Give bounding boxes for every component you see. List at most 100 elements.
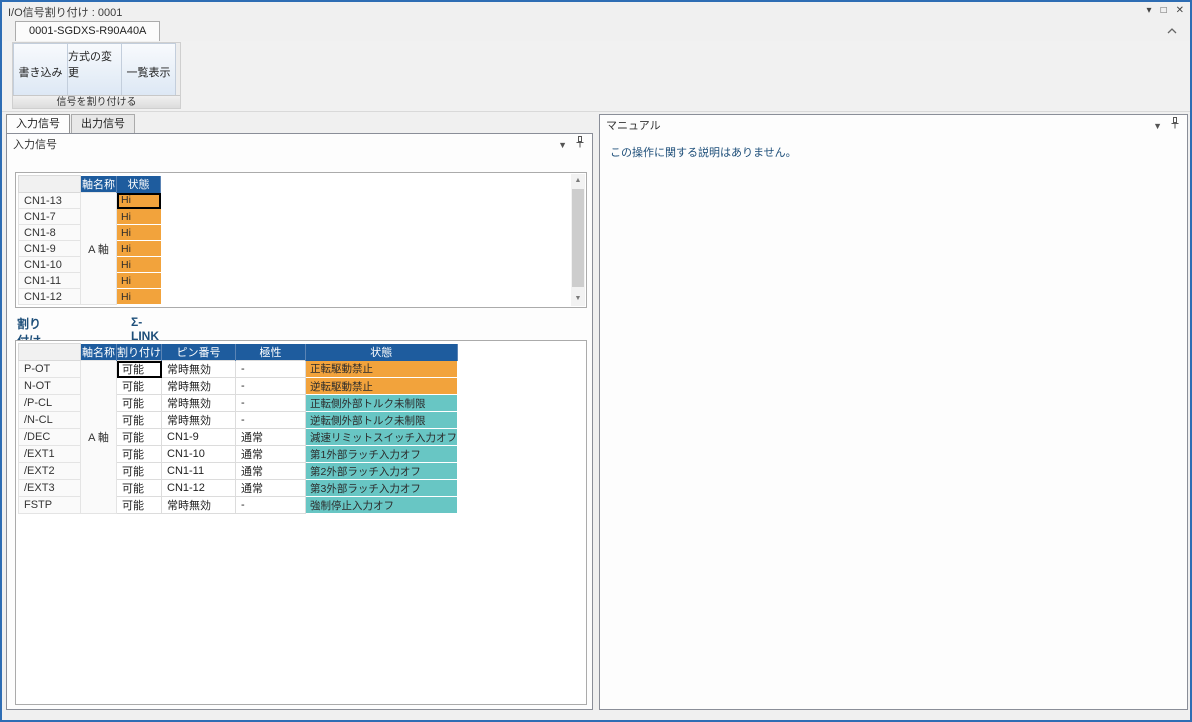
- signal-tabs: 入力信号 出力信号: [6, 114, 135, 133]
- assign-cell[interactable]: 可能: [116, 462, 162, 480]
- status-row-header[interactable]: CN1-9: [18, 240, 81, 257]
- ribbon-tab-device[interactable]: 0001-SGDXS-R90A40A: [15, 21, 161, 41]
- tab-input-signals[interactable]: 入力信号: [6, 114, 70, 133]
- scroll-down-icon[interactable]: ▼: [571, 292, 585, 306]
- assign-table: 軸名称 割り付け ピン番号 極性 状態 P-OT A 軸可能 常時無効 - 正転駆動禁止…: [18, 343, 458, 514]
- assign-cell[interactable]: 可能: [116, 394, 162, 412]
- polarity-cell[interactable]: 通常: [235, 462, 306, 480]
- pin-number-cell[interactable]: 常時無効: [161, 394, 236, 412]
- ribbon-collapse-icon[interactable]: [1166, 24, 1180, 37]
- assign-table-container: 軸名称 割り付け ピン番号 極性 状態 P-OT A 軸可能 常時無効 - 正転駆動禁止…: [15, 340, 587, 705]
- manual-panel-title: マニュアル: [606, 120, 661, 132]
- pin-number-cell[interactable]: 常時無効: [161, 411, 236, 429]
- status-row-header[interactable]: CN1-12: [18, 288, 81, 305]
- assign-cell[interactable]: 可能: [116, 496, 162, 514]
- pin-number-cell[interactable]: 常時無効: [161, 360, 236, 378]
- status-cell[interactable]: Hi: [116, 208, 161, 225]
- ribbon: 書き込み 方式の変更 一覧表示 信号を割り付ける: [2, 41, 1190, 112]
- status-row-header[interactable]: CN1-13: [18, 192, 81, 209]
- assign-cell[interactable]: 可能: [116, 411, 162, 429]
- status-table-body: CN1-13 A 軸 Hi CN1-7 Hi CN1-8 Hi CN1-9 Hi CN1-10 Hi…: [18, 192, 161, 305]
- ribbon-buttons: 書き込み 方式の変更 一覧表示: [13, 43, 180, 96]
- signal-row-header[interactable]: /EXT1: [18, 445, 81, 463]
- signal-status-cell[interactable]: 第1外部ラッチ入力オフ: [305, 445, 457, 463]
- signal-status-cell[interactable]: 正転側外部トルク未制限: [305, 394, 457, 412]
- panel-pin-icon[interactable]: [576, 134, 584, 156]
- assign-table-body: P-OT A 軸可能 常時無効 - 正転駆動禁止 N-OT 可能 常時無効 - 逆転駆動禁止/P-…: [18, 360, 457, 514]
- polarity-cell[interactable]: -: [235, 377, 306, 395]
- status-row-header[interactable]: CN1-11: [18, 272, 81, 289]
- assign-cell[interactable]: 可能: [116, 428, 162, 446]
- window-controls: ▾ □ ✕: [1147, 3, 1184, 18]
- polarity-cell[interactable]: -: [235, 496, 306, 514]
- signal-row-header[interactable]: FSTP: [18, 496, 81, 514]
- input-signals-panel-header: 入力信号 ▼: [7, 134, 592, 156]
- window-title: I/O信号割り付け : 0001: [8, 7, 123, 19]
- polarity-cell[interactable]: -: [235, 394, 306, 412]
- axis-cell[interactable]: A 軸: [80, 360, 117, 514]
- pin-number-cell[interactable]: 常時無効: [161, 377, 236, 395]
- assign-table-pin-header: ピン番号: [161, 343, 236, 361]
- status-cell[interactable]: Hi: [116, 240, 161, 257]
- polarity-cell[interactable]: 通常: [235, 445, 306, 463]
- assign-cell[interactable]: 可能: [116, 360, 162, 378]
- status-table-axis-header: 軸名称: [80, 175, 117, 193]
- signal-status-cell[interactable]: 第2外部ラッチ入力オフ: [305, 462, 457, 480]
- signal-status-cell[interactable]: 減速リミットスイッチ入力オフ: [305, 428, 457, 446]
- status-cell[interactable]: Hi: [116, 272, 161, 289]
- signal-row-header[interactable]: /N-CL: [18, 411, 81, 429]
- signal-row-header[interactable]: /EXT3: [18, 479, 81, 497]
- write-button[interactable]: 書き込み: [13, 43, 68, 96]
- scrollbar-thumb[interactable]: [572, 189, 584, 287]
- pin-number-cell[interactable]: CN1-11: [161, 462, 236, 480]
- signal-status-cell[interactable]: 逆転側外部トルク未制限: [305, 411, 457, 429]
- status-table-scrollbar[interactable]: ▲ ▼: [571, 174, 585, 306]
- polarity-cell[interactable]: -: [235, 411, 306, 429]
- pin-number-cell[interactable]: 常時無効: [161, 496, 236, 514]
- polarity-cell[interactable]: 通常: [235, 428, 306, 446]
- panel-menu-chevron-down-icon[interactable]: ▼: [558, 140, 567, 150]
- status-cell[interactable]: Hi: [116, 288, 161, 305]
- status-cell[interactable]: Hi: [116, 256, 161, 273]
- assign-cell[interactable]: 可能: [116, 377, 162, 395]
- status-table: 軸名称 状態 CN1-13 A 軸 Hi CN1-7 Hi CN1-8 Hi CN1-9 Hi C…: [18, 175, 161, 305]
- signal-status-cell[interactable]: 逆転駆動禁止: [305, 377, 457, 395]
- signal-row-header[interactable]: N-OT: [18, 377, 81, 395]
- signal-status-cell[interactable]: 正転駆動禁止: [305, 360, 457, 378]
- status-cell[interactable]: Hi: [116, 192, 161, 209]
- close-icon[interactable]: ✕: [1176, 3, 1184, 18]
- signal-row-header[interactable]: /P-CL: [18, 394, 81, 412]
- window-menu-icon[interactable]: ▾: [1147, 3, 1152, 18]
- pin-number-cell[interactable]: CN1-10: [161, 445, 236, 463]
- polarity-cell[interactable]: -: [235, 360, 306, 378]
- ribbon-group-assign-signals: 書き込み 方式の変更 一覧表示 信号を割り付ける: [12, 42, 181, 109]
- assign-table-status-header: 状態: [305, 343, 458, 361]
- manual-pin-icon[interactable]: [1171, 115, 1179, 137]
- list-view-button-label: 一覧表示: [126, 67, 171, 79]
- assign-cell[interactable]: 可能: [116, 479, 162, 497]
- signal-status-cell[interactable]: 第3外部ラッチ入力オフ: [305, 479, 457, 497]
- assign-cell[interactable]: 可能: [116, 445, 162, 463]
- axis-cell[interactable]: A 軸: [80, 192, 117, 305]
- status-table-container: 軸名称 状態 CN1-13 A 軸 Hi CN1-7 Hi CN1-8 Hi CN1-9 Hi C…: [15, 172, 587, 308]
- status-row-header[interactable]: CN1-10: [18, 256, 81, 273]
- maximize-icon[interactable]: □: [1161, 3, 1167, 18]
- list-view-button[interactable]: 一覧表示: [121, 43, 176, 96]
- tab-output-signals[interactable]: 出力信号: [71, 114, 135, 133]
- status-row-header[interactable]: CN1-8: [18, 224, 81, 241]
- polarity-cell[interactable]: 通常: [235, 479, 306, 497]
- signal-row-header[interactable]: /EXT2: [18, 462, 81, 480]
- pin-number-cell[interactable]: CN1-9: [161, 428, 236, 446]
- signal-row-header[interactable]: /DEC: [18, 428, 81, 446]
- status-row-header[interactable]: CN1-7: [18, 208, 81, 225]
- status-cell[interactable]: Hi: [116, 224, 161, 241]
- signal-status-cell[interactable]: 強制停止入力オフ: [305, 496, 457, 514]
- assign-table-polarity-header: 極性: [235, 343, 306, 361]
- signal-row-header[interactable]: P-OT: [18, 360, 81, 378]
- io-signal-assignment-window: I/O信号割り付け : 0001 ▾ □ ✕ 0001-SGDXS-R90A40…: [0, 0, 1192, 722]
- change-method-button[interactable]: 方式の変更: [67, 43, 122, 96]
- pin-number-cell[interactable]: CN1-12: [161, 479, 236, 497]
- manual-menu-chevron-down-icon[interactable]: ▼: [1153, 121, 1162, 131]
- scroll-up-icon[interactable]: ▲: [571, 174, 585, 188]
- content-area: 入力信号 出力信号 入力信号 ▼ 軸名称 状態 CN1-13 A 軸 Hi CN…: [4, 112, 1188, 718]
